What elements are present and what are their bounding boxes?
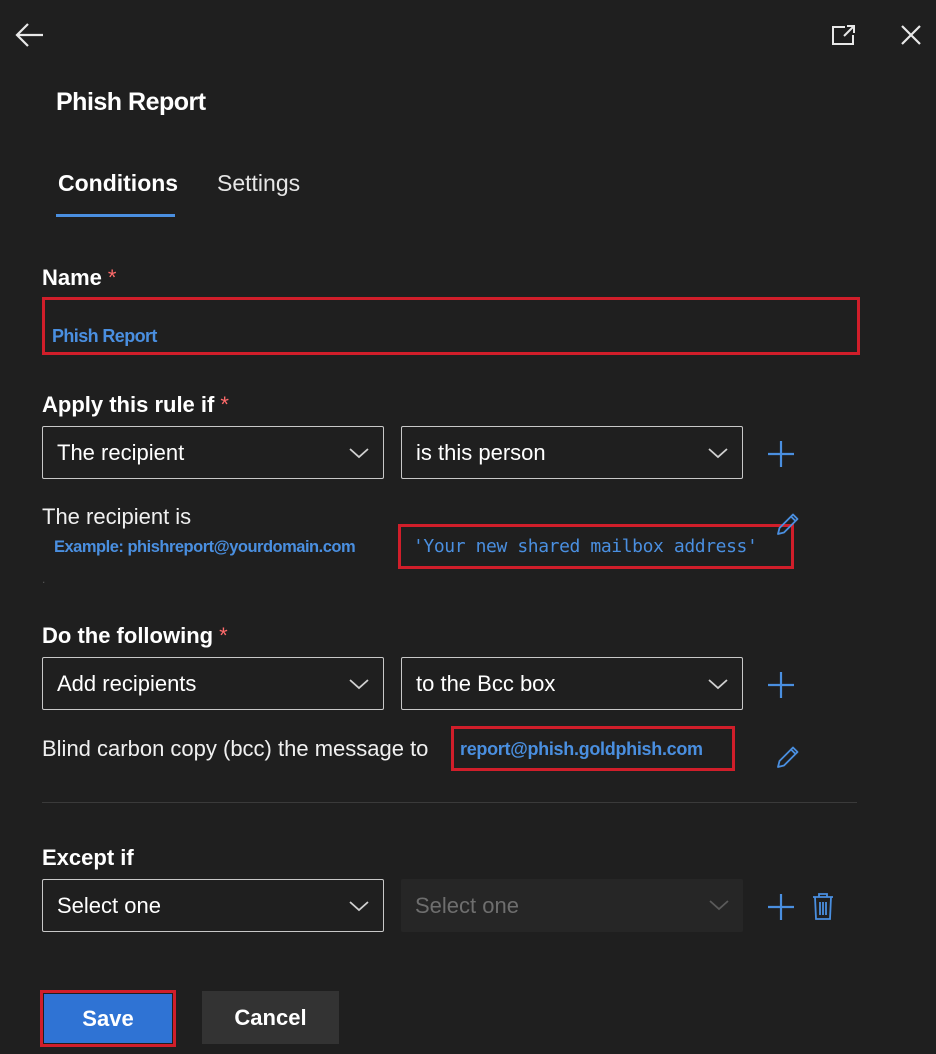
add-condition-button[interactable] <box>764 437 798 471</box>
open-in-new-window-icon <box>832 25 855 45</box>
operator-select[interactable]: is this person <box>401 426 743 479</box>
bcc-value-text: report@phish.goldphish.com <box>460 739 703 759</box>
section-divider <box>42 802 857 803</box>
apply-rule-label-text: Apply this rule if <box>42 392 215 417</box>
close-icon <box>901 25 921 45</box>
name-field-value: Phish Report <box>52 326 157 346</box>
plus-icon <box>768 672 794 698</box>
edit-recipient-button[interactable] <box>772 508 804 540</box>
do-following-label-text: Do the following <box>42 623 214 648</box>
exception-operator-select: Select one <box>401 879 743 932</box>
chevron-down-icon <box>708 679 728 690</box>
chevron-down-icon <box>349 679 369 690</box>
recipient-value-box[interactable]: 'Your new shared mailbox address' <box>398 524 794 569</box>
target-select[interactable]: to the Bcc box <box>401 657 743 710</box>
add-action-button[interactable] <box>764 668 798 702</box>
plus-icon <box>768 441 794 467</box>
exception-select-value: Select one <box>57 892 161 918</box>
save-button[interactable]: Save <box>44 994 172 1043</box>
chevron-down-icon <box>709 900 729 911</box>
back-button[interactable] <box>10 18 50 52</box>
recipient-example-text: Example: phishreport@yourdomain.com <box>54 538 356 556</box>
chevron-down-icon <box>708 448 728 459</box>
tab-active-indicator <box>56 214 175 217</box>
exception-select[interactable]: Select one <box>42 879 384 932</box>
name-field[interactable]: Phish Report <box>42 297 860 355</box>
pencil-icon <box>777 746 799 768</box>
add-exception-button[interactable] <box>764 890 798 924</box>
arrow-left-icon <box>15 23 43 47</box>
tab-settings[interactable]: Settings <box>217 170 300 197</box>
apply-rule-label: Apply this rule if * <box>42 392 229 418</box>
bcc-value-box[interactable]: report@phish.goldphish.com <box>451 726 735 771</box>
stray-dot: . <box>42 572 46 586</box>
recipient-value-text: 'Your new shared mailbox address' <box>413 536 758 557</box>
required-asterisk: * <box>219 623 228 648</box>
target-select-value: to the Bcc box <box>416 670 556 696</box>
trash-icon <box>813 893 833 920</box>
except-if-label: Except if <box>42 845 134 870</box>
operator-select-value: is this person <box>416 439 546 465</box>
name-label: Name * <box>42 265 116 291</box>
bcc-detail-text: Blind carbon copy (bcc) the message to <box>42 736 429 761</box>
panel-title: Phish Report <box>56 88 206 116</box>
delete-exception-button[interactable] <box>808 889 838 923</box>
action-select[interactable]: Add recipients <box>42 657 384 710</box>
edit-bcc-button[interactable] <box>772 741 804 773</box>
chevron-down-icon <box>349 448 369 459</box>
tab-conditions[interactable]: Conditions <box>58 170 178 197</box>
required-asterisk: * <box>220 392 229 417</box>
do-following-label: Do the following * <box>42 623 228 649</box>
popout-button[interactable] <box>826 20 860 50</box>
condition-select-value: The recipient <box>57 439 185 465</box>
condition-select[interactable]: The recipient <box>42 426 384 479</box>
close-button[interactable] <box>894 18 928 52</box>
cancel-button[interactable]: Cancel <box>202 991 339 1044</box>
chevron-down-icon <box>349 901 369 912</box>
plus-icon <box>768 894 794 920</box>
action-select-value: Add recipients <box>57 670 197 696</box>
exception-operator-select-value: Select one <box>415 892 519 918</box>
name-label-text: Name <box>42 265 102 290</box>
recipient-detail-text: The recipient is <box>42 504 192 529</box>
required-asterisk: * <box>107 265 117 290</box>
pencil-icon <box>777 513 799 535</box>
